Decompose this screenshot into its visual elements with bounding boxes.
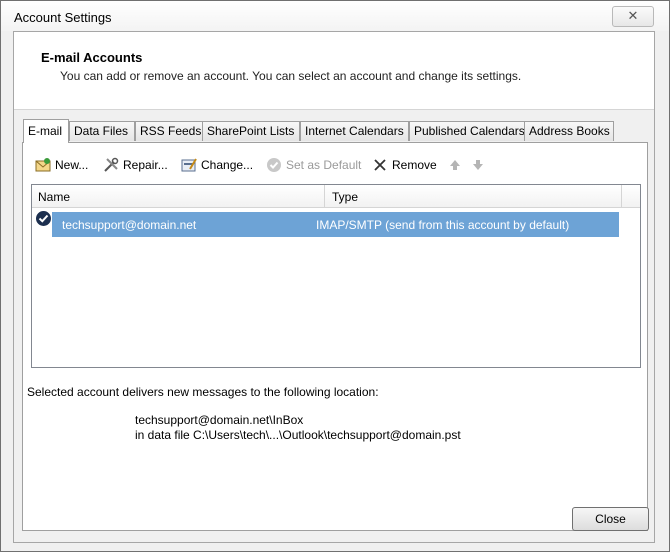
delivery-data-file: in data file C:\Users\tech\...\Outlook\t… bbox=[135, 428, 461, 442]
repair-label: Repair... bbox=[123, 158, 168, 172]
move-down-button[interactable] bbox=[470, 155, 486, 175]
set-as-default-button[interactable]: Set as Default bbox=[266, 155, 361, 175]
remove-button[interactable]: Remove bbox=[372, 155, 437, 175]
tab-internet-calendars[interactable]: Internet Calendars bbox=[300, 121, 409, 141]
dialog-body: E-mail Accounts You can add or remove an… bbox=[13, 31, 655, 543]
change-button[interactable]: Change... bbox=[181, 155, 253, 175]
header-subtitle: You can add or remove an account. You ca… bbox=[60, 69, 522, 83]
tab-address-books[interactable]: Address Books bbox=[524, 121, 614, 141]
tab-rss-feeds[interactable]: RSS Feeds bbox=[135, 121, 203, 141]
move-up-button[interactable] bbox=[447, 155, 463, 175]
column-divider[interactable] bbox=[621, 185, 622, 207]
window-title: Account Settings bbox=[14, 10, 112, 25]
remove-label: Remove bbox=[392, 158, 437, 172]
remove-x-icon bbox=[372, 157, 388, 173]
tab-email[interactable]: E-mail bbox=[23, 119, 69, 143]
column-divider[interactable] bbox=[324, 185, 325, 207]
email-tab-panel: New... Repair... Change... Set as Defaul… bbox=[22, 142, 648, 531]
repair-tools-icon bbox=[103, 157, 119, 173]
change-settings-icon bbox=[181, 157, 197, 173]
delivery-location-path: techsupport@domain.net\InBox in data fil… bbox=[135, 413, 461, 443]
repair-button[interactable]: Repair... bbox=[103, 155, 168, 175]
column-header-type[interactable]: Type bbox=[332, 190, 358, 204]
window-close-button[interactable]: ✕ bbox=[612, 6, 654, 27]
arrow-down-icon bbox=[470, 157, 486, 173]
header-title: E-mail Accounts bbox=[41, 50, 143, 65]
new-account-button[interactable]: New... bbox=[35, 155, 88, 175]
set-as-default-label: Set as Default bbox=[286, 158, 362, 172]
title-bar: Account Settings ✕ bbox=[1, 1, 669, 31]
column-header-name[interactable]: Name bbox=[38, 190, 70, 204]
tab-published-calendars[interactable]: Published Calendars bbox=[409, 121, 525, 141]
list-header: Name Type bbox=[32, 185, 640, 208]
arrow-up-icon bbox=[447, 157, 463, 173]
change-label: Change... bbox=[201, 158, 254, 172]
dialog-header: E-mail Accounts You can add or remove an… bbox=[14, 32, 654, 110]
account-type: IMAP/SMTP (send from this account by def… bbox=[316, 218, 570, 232]
delivery-folder: techsupport@domain.net\InBox bbox=[135, 413, 304, 427]
tab-sharepoint-lists[interactable]: SharePoint Lists bbox=[202, 121, 300, 141]
check-circle-icon bbox=[266, 157, 282, 173]
tab-data-files[interactable]: Data Files bbox=[69, 121, 135, 141]
accounts-list[interactable]: Name Type techsupport@domain.net IMAP/SM… bbox=[31, 184, 641, 368]
account-settings-dialog: Account Settings ✕ E-mail Accounts You c… bbox=[0, 0, 670, 552]
account-row[interactable]: techsupport@domain.net IMAP/SMTP (send f… bbox=[36, 211, 619, 237]
delivery-location-label: Selected account delivers new messages t… bbox=[27, 385, 379, 399]
default-account-check-icon bbox=[36, 211, 51, 226]
account-name: techsupport@domain.net bbox=[62, 218, 197, 232]
close-button[interactable]: Close bbox=[572, 507, 649, 531]
new-label: New... bbox=[55, 158, 89, 172]
new-mail-icon bbox=[35, 157, 51, 173]
